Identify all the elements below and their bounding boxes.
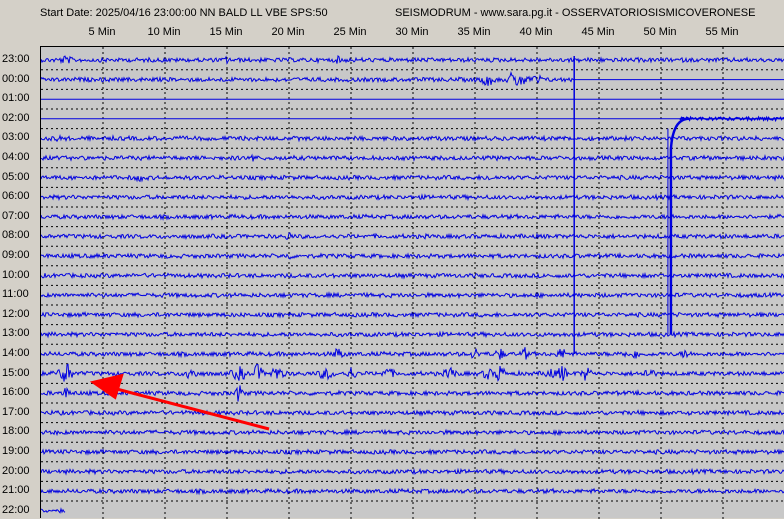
annotation-arrow-head: [89, 373, 124, 400]
minute-label: 45 Min: [581, 26, 615, 38]
hour-label: 02:00: [2, 111, 30, 124]
minute-label: 35 Min: [457, 26, 491, 38]
minute-label: 25 Min: [333, 26, 367, 38]
hour-label: 23:00: [2, 53, 30, 65]
minute-label: 20 Min: [271, 26, 305, 38]
header-bar: Start Date: 2025/04/16 23:00:00 NN BALD …: [0, 0, 784, 46]
hour-label: 22:00: [2, 503, 30, 516]
seismogram-svg: [41, 47, 784, 519]
hour-label: 10:00: [2, 268, 30, 281]
hour-label: 12:00: [2, 307, 30, 320]
hour-label: 21:00: [2, 484, 30, 497]
minute-label: 30 Min: [395, 26, 429, 38]
hour-label: 03:00: [2, 131, 30, 144]
hour-label: 05:00: [2, 170, 30, 183]
hour-label: 01:00: [2, 92, 30, 105]
hour-label: 19:00: [2, 445, 30, 457]
seismic-trace: [41, 409, 784, 417]
hour-label: 04:00: [2, 151, 30, 163]
hour-label: 18:00: [2, 425, 30, 438]
hour-label: 09:00: [2, 249, 30, 261]
minute-label: 50 Min: [643, 26, 677, 38]
minute-label: 15 Min: [209, 26, 243, 38]
seismogram-plot: [40, 46, 784, 519]
seismic-trace: [41, 467, 784, 476]
minute-label: 10 Min: [147, 26, 181, 38]
hour-label: 06:00: [2, 190, 30, 203]
seismic-trace: [41, 71, 575, 87]
seismic-trace: [41, 428, 784, 437]
seismic-trace: [41, 311, 784, 319]
hour-label: 11:00: [2, 288, 29, 301]
station-title: SEISMODRUM - www.sara.pg.it - OSSERVATOR…: [395, 7, 756, 19]
hour-label: 08:00: [2, 229, 30, 242]
hour-label: 20:00: [2, 464, 30, 477]
hour-label: 00:00: [2, 72, 30, 85]
hour-label: 07:00: [2, 209, 30, 222]
hour-label: 17:00: [2, 405, 30, 418]
start-date-label: Start Date: 2025/04/16 23:00:00 NN BALD …: [40, 7, 328, 19]
seismic-trace: [41, 507, 66, 514]
hour-label: 13:00: [2, 327, 30, 340]
hour-label: 15:00: [2, 366, 30, 379]
hour-label: 16:00: [2, 386, 30, 399]
minute-label: 5 Min: [88, 26, 116, 38]
minute-label: 40 Min: [519, 26, 553, 38]
recovery-trace: [679, 115, 784, 123]
minute-label: 55 Min: [705, 26, 739, 38]
hour-label: 14:00: [2, 347, 30, 359]
